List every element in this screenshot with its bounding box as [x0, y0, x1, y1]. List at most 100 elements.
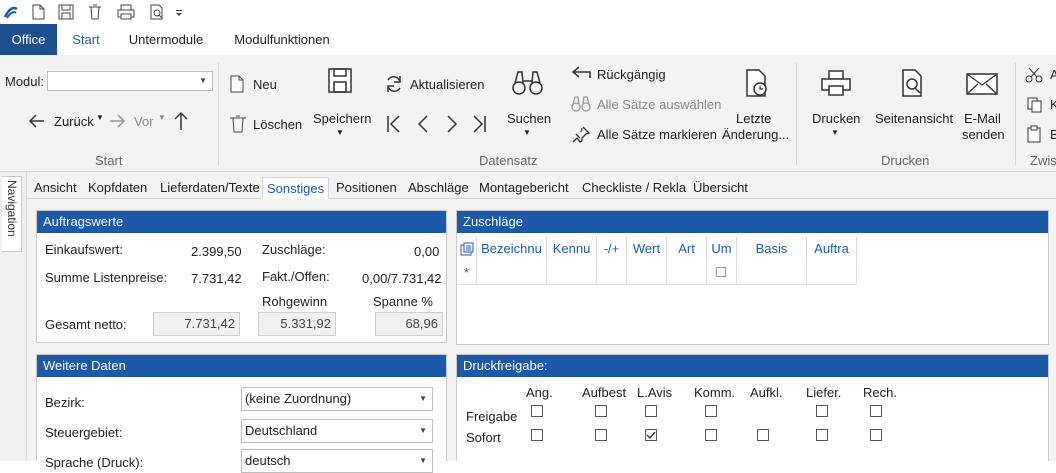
save-dropdown-icon[interactable]: ▼	[336, 128, 344, 137]
modul-select[interactable]: ▼	[47, 71, 213, 91]
print-preview-icon[interactable]	[148, 3, 166, 21]
grid-cell[interactable]	[807, 261, 857, 285]
druckfreigabe-panel: Druckfreigabe: Ang. Aufbest L.Avis Komm.…	[456, 354, 1049, 461]
tab-start[interactable]: Start	[62, 24, 110, 55]
grid-cell[interactable]	[737, 261, 807, 285]
print-dropdown-icon[interactable]: ▼	[831, 128, 839, 137]
copy-button[interactable]: K	[1050, 97, 1056, 112]
delete-button[interactable]: Löschen	[253, 117, 302, 132]
tab-checkliste[interactable]: Checkliste / Rekla	[582, 177, 686, 199]
tab-modulfunktionen[interactable]: Modulfunktionen	[222, 24, 342, 55]
refresh-button[interactable]: Aktualisieren	[410, 77, 484, 92]
tab-untermodule[interactable]: Untermodule	[118, 24, 214, 55]
column-header-um[interactable]: Um	[707, 237, 737, 261]
tab-ansicht[interactable]: Ansicht	[34, 177, 77, 199]
column-header-basis[interactable]: Basis	[737, 237, 807, 261]
druckfreigabe-checkbox[interactable]	[531, 405, 543, 417]
column-header-bezeichnung[interactable]: Bezeichnu	[477, 237, 547, 261]
page-preview-button[interactable]: Seitenansicht	[875, 111, 953, 126]
druckfreigabe-checkbox[interactable]	[757, 429, 769, 441]
steuergebiet-select[interactable]: Deutschland ▼	[241, 419, 433, 443]
druckfreigabe-checkbox[interactable]	[595, 405, 607, 417]
tab-lieferdaten[interactable]: Lieferdaten/Texte	[160, 177, 260, 199]
tab-montagebericht[interactable]: Montagebericht	[479, 177, 569, 199]
back-dropdown-icon[interactable]: ▼	[96, 113, 104, 122]
grid-cell[interactable]	[627, 261, 667, 285]
druckfreigabe-checkbox[interactable]	[645, 405, 657, 417]
save-icon[interactable]	[57, 3, 75, 21]
druckfreigabe-checkbox[interactable]	[595, 429, 607, 441]
grid-cell[interactable]	[547, 261, 597, 285]
navigation-label: Navigation	[5, 180, 19, 237]
tab-uebersicht[interactable]: Übersicht	[693, 177, 748, 199]
tab-kopfdaten[interactable]: Kopfdaten	[88, 177, 147, 199]
tab-abschlaege[interactable]: Abschläge	[408, 177, 469, 199]
column-header-plusminus[interactable]: -/+	[597, 237, 627, 261]
tab-office[interactable]: Office	[0, 24, 57, 55]
save-button[interactable]: Speichern	[313, 111, 372, 126]
last-record-icon[interactable]	[470, 114, 488, 137]
druckfreigabe-checkbox[interactable]	[645, 429, 657, 441]
druckfreigabe-checkbox[interactable]	[705, 405, 717, 417]
email-label-1[interactable]: E-Mail	[964, 111, 1001, 126]
first-record-icon[interactable]	[385, 114, 403, 137]
refresh-icon	[384, 74, 404, 97]
customize-qat-icon[interactable]	[174, 3, 184, 21]
grid-cell[interactable]	[597, 261, 627, 285]
col-aufbest: Aufbest	[582, 385, 627, 400]
group-datensatz-label: Datensatz	[479, 153, 538, 168]
search-button[interactable]: Suchen	[507, 111, 551, 126]
column-header-wert[interactable]: Wert	[627, 237, 667, 261]
druckfreigabe-checkbox[interactable]	[816, 405, 828, 417]
ribbon: Modul: ▼ Zurück ▼ Vor ▼ Start Neu Lösche…	[0, 55, 1056, 172]
email-label-2[interactable]: senden	[962, 127, 1005, 142]
arrow-right-icon[interactable]	[107, 111, 127, 134]
group-separator	[218, 63, 219, 165]
app-logo-icon[interactable]	[2, 3, 20, 21]
forward-button[interactable]: Vor	[134, 114, 154, 129]
previous-record-icon[interactable]	[414, 114, 432, 137]
druckfreigabe-checkbox[interactable]	[705, 429, 717, 441]
druckfreigabe-checkbox[interactable]	[870, 405, 882, 417]
zuschlaege-label: Zuschläge:	[262, 242, 326, 257]
tab-sonstiges[interactable]: Sonstiges	[262, 177, 330, 199]
back-button[interactable]: Zurück	[54, 114, 94, 129]
paste-button[interactable]: B	[1050, 127, 1056, 142]
grid-options-icon[interactable]	[457, 237, 477, 261]
delete-icon[interactable]	[86, 3, 104, 21]
mark-all-records-button[interactable]: Alle Sätze markieren	[597, 127, 717, 142]
druckfreigabe-checkbox[interactable]	[870, 429, 882, 441]
druckfreigabe-checkbox[interactable]	[531, 429, 543, 441]
grid-cell-um[interactable]	[707, 261, 737, 285]
cut-button[interactable]: A	[1050, 67, 1056, 82]
undo-button[interactable]: Rückgängig	[597, 67, 666, 82]
tab-positionen[interactable]: Positionen	[336, 177, 397, 199]
modul-label: Modul:	[5, 74, 45, 89]
last-change-label-1[interactable]: Letzte	[736, 111, 771, 126]
navigation-tab[interactable]: Navigation	[2, 176, 22, 252]
print-button[interactable]: Drucken	[812, 111, 860, 126]
select-all-records-button[interactable]: Alle Sätze auswählen	[597, 97, 721, 112]
new-row-marker: *	[457, 261, 477, 285]
column-header-auftrag[interactable]: Auftra	[807, 237, 857, 261]
new-document-icon[interactable]	[29, 3, 47, 21]
print-icon[interactable]	[116, 3, 135, 21]
last-change-label-2[interactable]: Änderung...	[722, 127, 789, 142]
um-checkbox[interactable]	[716, 267, 726, 277]
bezirk-select[interactable]: (keine Zuordnung) ▼	[241, 387, 433, 411]
druckfreigabe-checkbox[interactable]	[816, 429, 828, 441]
forward-dropdown-icon[interactable]: ▼	[158, 113, 166, 122]
column-header-art[interactable]: Art	[667, 237, 707, 261]
search-dropdown-icon[interactable]: ▼	[523, 128, 531, 137]
arrow-up-icon[interactable]	[171, 110, 191, 135]
column-header-kennung[interactable]: Kennu	[547, 237, 597, 261]
sprache-select[interactable]: deutsch ▼	[241, 449, 433, 473]
fakt-offen-label: Fakt./Offen:	[262, 269, 330, 284]
next-record-icon[interactable]	[443, 114, 461, 137]
grid-cell[interactable]	[477, 261, 547, 285]
grid-cell[interactable]	[667, 261, 707, 285]
new-button[interactable]: Neu	[253, 77, 277, 92]
copy-icon	[1026, 96, 1044, 117]
einkaufswert-value: 2.399,50	[191, 244, 242, 259]
arrow-left-icon[interactable]	[27, 111, 47, 134]
